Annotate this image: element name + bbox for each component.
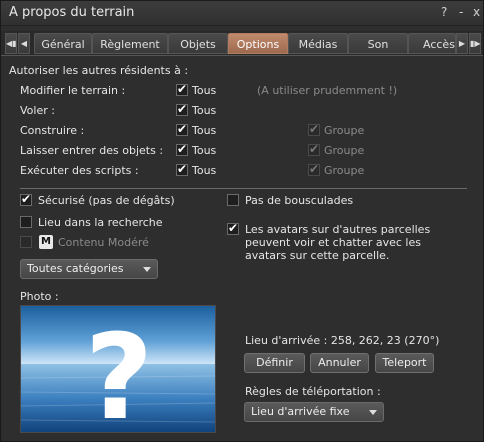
modifier-tous-checkbox[interactable] [176, 82, 188, 96]
regles-teleportation-label: Règles de téléportation : [245, 385, 381, 398]
tab-objets[interactable]: Objets [168, 33, 228, 54]
row-label-scripts: Exécuter des scripts : [20, 164, 139, 177]
title-bar[interactable]: A propos du terrain ? - x [1, 1, 483, 26]
tab-medias[interactable]: Médias [288, 33, 348, 54]
parcel-photo[interactable]: ? [20, 305, 216, 433]
lieu-recherche-checkbox[interactable] [20, 216, 32, 228]
teleport-button[interactable]: Teleport [375, 353, 434, 373]
categorie-dropdown-value: Toutes catégories [27, 262, 124, 275]
avatars-chat-line3: avatars sur cette parcelle. [245, 249, 390, 262]
modifier-warning-note: (A utiliser prudemment !) [257, 84, 398, 97]
objets-groupe-label: Groupe [324, 144, 365, 157]
tab-scroll-right-icon[interactable]: ▶ [456, 33, 468, 54]
scripts-groupe-label: Groupe [324, 164, 365, 177]
tab-bar: ◀▮ ◀ Général Règlement Objets Options Mé… [1, 31, 483, 55]
categorie-dropdown[interactable]: Toutes catégories [20, 259, 158, 279]
pas-bousculades-label: Pas de bousculades [245, 194, 354, 207]
tab-general[interactable]: Général [34, 33, 92, 54]
objets-tous-label: Tous [192, 144, 217, 157]
photo-question-mark: ? [85, 308, 153, 433]
close-icon[interactable]: x [473, 5, 480, 19]
modifier-tous-label: Tous [192, 84, 217, 97]
tab-scroll-first-icon[interactable]: ◀▮ [5, 33, 17, 54]
lieu-recherche-label: Lieu dans la recherche [38, 216, 163, 229]
tab-options[interactable]: Options [228, 33, 288, 54]
avatars-chat-checkbox[interactable] [227, 221, 239, 235]
scripts-tous-checkbox[interactable] [176, 162, 188, 176]
window-title: A propos du terrain [9, 5, 135, 20]
permissions-header: Autoriser les autres résidents à : [9, 64, 189, 77]
lieu-arrivee-readout: Lieu d'arrivée : 258, 262, 23 (270°) [245, 334, 440, 347]
scripts-groupe-checkbox[interactable] [308, 162, 320, 176]
tab-scroll-left-icon[interactable]: ◀ [18, 33, 30, 54]
objets-groupe-checkbox[interactable] [308, 142, 320, 156]
photo-label: Photo : [20, 290, 59, 303]
section-divider [20, 188, 467, 189]
tab-reglement[interactable]: Règlement [92, 33, 168, 54]
scripts-tous-label: Tous [192, 164, 217, 177]
pas-bousculades-checkbox[interactable] [227, 194, 239, 206]
row-label-voler: Voler : [20, 104, 55, 117]
construire-groupe-checkbox[interactable] [308, 122, 320, 136]
contenu-modere-label: Contenu Modéré [58, 236, 149, 249]
construire-tous-label: Tous [192, 124, 217, 137]
objets-tous-checkbox[interactable] [176, 142, 188, 156]
moderate-rating-icon: M [39, 235, 53, 249]
row-label-modifier: Modifier le terrain : [20, 84, 126, 97]
regles-dropdown-value: Lieu d'arrivée fixe [251, 405, 350, 418]
tab-son[interactable]: Son [348, 33, 408, 54]
securise-checkbox[interactable] [20, 192, 32, 206]
annuler-button[interactable]: Annuler [310, 353, 369, 373]
minimize-icon[interactable]: - [459, 5, 463, 19]
chevron-down-icon [143, 267, 151, 272]
definir-button[interactable]: Définir [244, 353, 305, 373]
help-icon[interactable]: ? [441, 5, 447, 19]
avatars-chat-line2: peuvent voir et chatter avec les [245, 236, 421, 249]
about-land-window: A propos du terrain ? - x ◀▮ ◀ Général R… [0, 0, 484, 442]
contenu-modere-checkbox[interactable] [20, 236, 32, 248]
tab-acces[interactable]: Accès [408, 33, 456, 54]
regles-teleportation-dropdown[interactable]: Lieu d'arrivée fixe [244, 402, 384, 422]
voler-tous-checkbox[interactable] [176, 102, 188, 116]
avatars-chat-line1: Les avatars sur d'autres parcelles [245, 223, 431, 236]
chevron-down-icon [369, 410, 377, 415]
construire-tous-checkbox[interactable] [176, 122, 188, 136]
voler-tous-label: Tous [192, 104, 217, 117]
photo-placeholder-image: ? [21, 306, 215, 433]
construire-groupe-label: Groupe [324, 124, 365, 137]
securise-label: Sécurisé (pas de dégâts) [38, 194, 175, 207]
tab-scroll-last-icon[interactable]: ▮▶ [469, 33, 481, 54]
row-label-construire: Construire : [20, 124, 85, 137]
panel-divider [1, 55, 483, 56]
row-label-objets: Laisser entrer des objets : [20, 144, 164, 157]
